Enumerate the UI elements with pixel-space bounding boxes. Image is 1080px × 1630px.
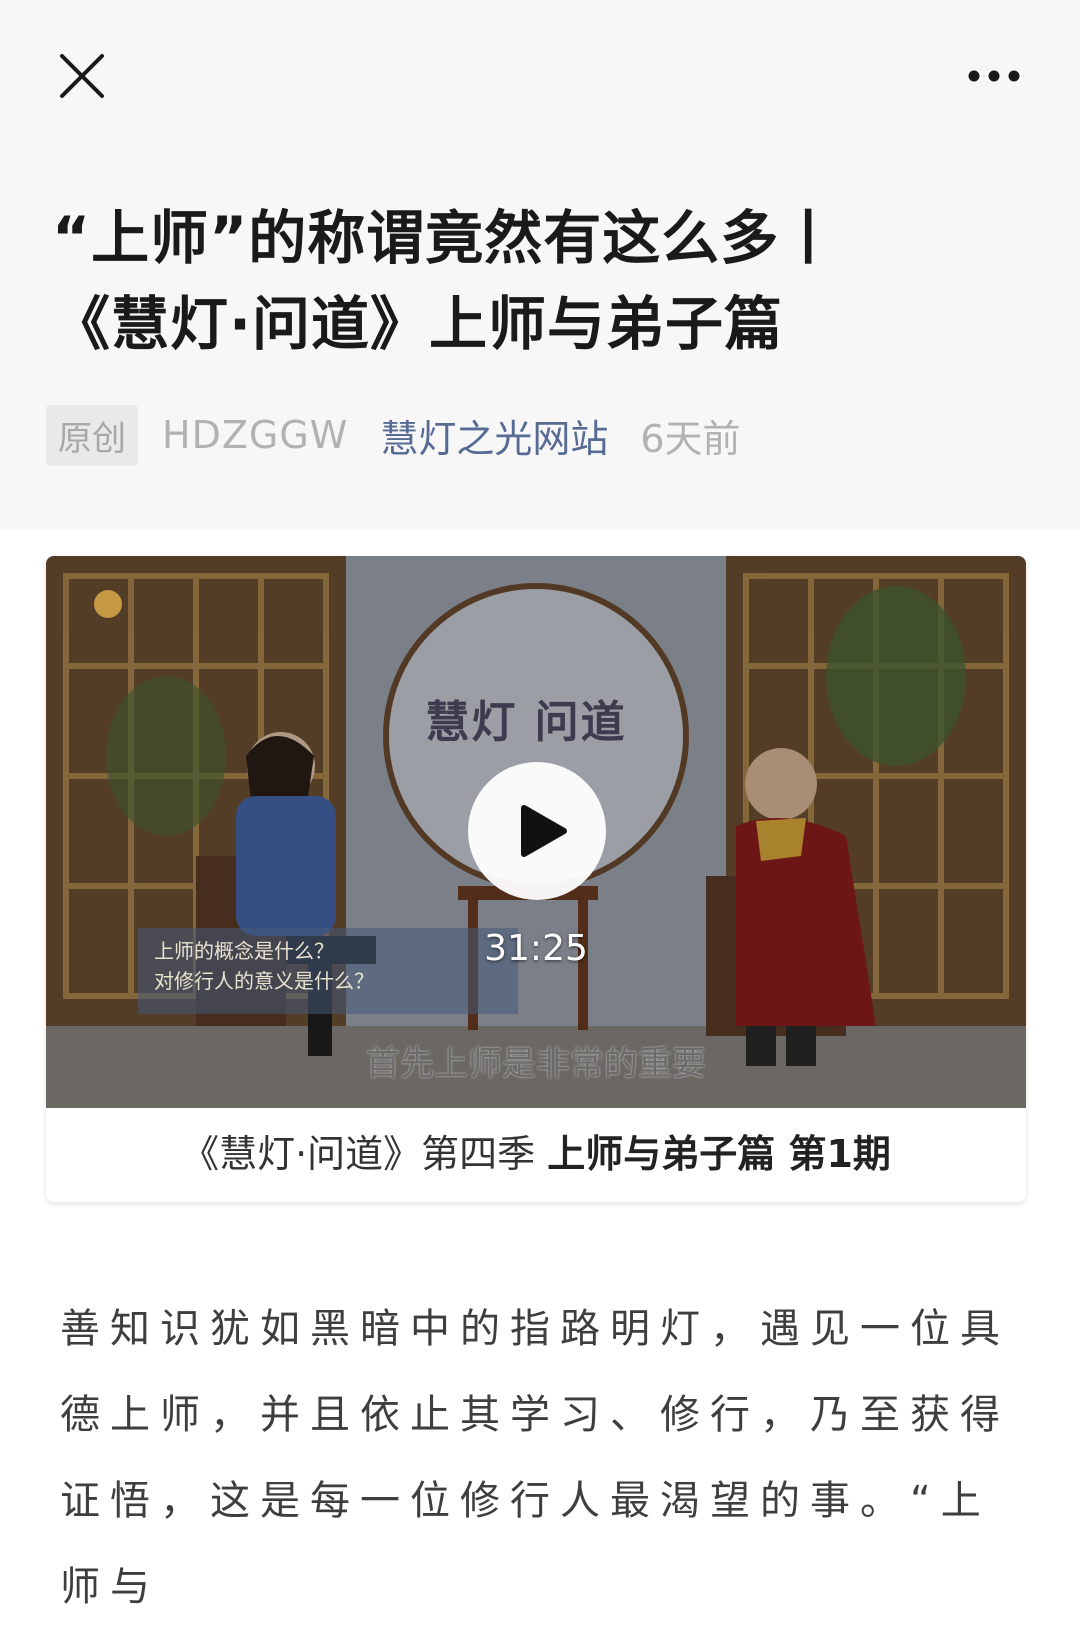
article-title: “上师”的称谓竟然有这么多丨 《慧灯·问道》上师与弟子篇 [52,195,1032,367]
publish-time: 6天前 [640,416,741,461]
video-title[interactable]: 《慧灯·问道》第四季 上师与弟子篇 第1期 [46,1116,1026,1192]
close-button[interactable] [56,50,108,102]
caption-line-2: 对修行人的意义是什么？ [154,969,374,993]
author-name: HDZGGW [162,413,349,457]
account-name-link[interactable]: 慧灯之光网站 [380,408,608,463]
more-horizontal-icon [968,70,1020,82]
show-logo-text: 慧灯 问道 [425,697,627,748]
video-card[interactable]: 慧灯 问道 上师的概念是什么？ 对修行人的意义是什么？ 首先上师是非常的重要 3… [46,556,1026,1202]
video-duration: 31:25 [484,928,588,969]
video-thumbnail[interactable]: 慧灯 问道 上师的概念是什么？ 对修行人的意义是什么？ 首先上师是非常的重要 3… [46,556,1026,1108]
play-button[interactable] [468,762,606,900]
title-line-2: 《慧灯·问道》上师与弟子篇 [52,290,784,358]
more-options-button[interactable] [964,56,1024,96]
article-meta: 原创 HDZGGW 慧灯之光网站 6天前 [46,404,741,466]
close-icon [60,54,104,98]
video-title-bold: 上师与弟子篇 第1期 [547,1132,891,1176]
original-badge: 原创 [46,404,138,466]
video-title-plain: 《慧灯·问道》第四季 [181,1132,548,1176]
play-icon [521,805,567,857]
top-bar [0,0,1080,150]
title-line-1: “上师”的称谓竟然有这么多丨 [52,204,839,272]
article-body-text: 善知识犹如黑暗中的指路明灯，遇见一位具德上师，并且依止其学习、修行，乃至获得证悟… [60,1306,1010,1610]
video-subtitle: 首先上师是非常的重要 [366,1044,706,1084]
